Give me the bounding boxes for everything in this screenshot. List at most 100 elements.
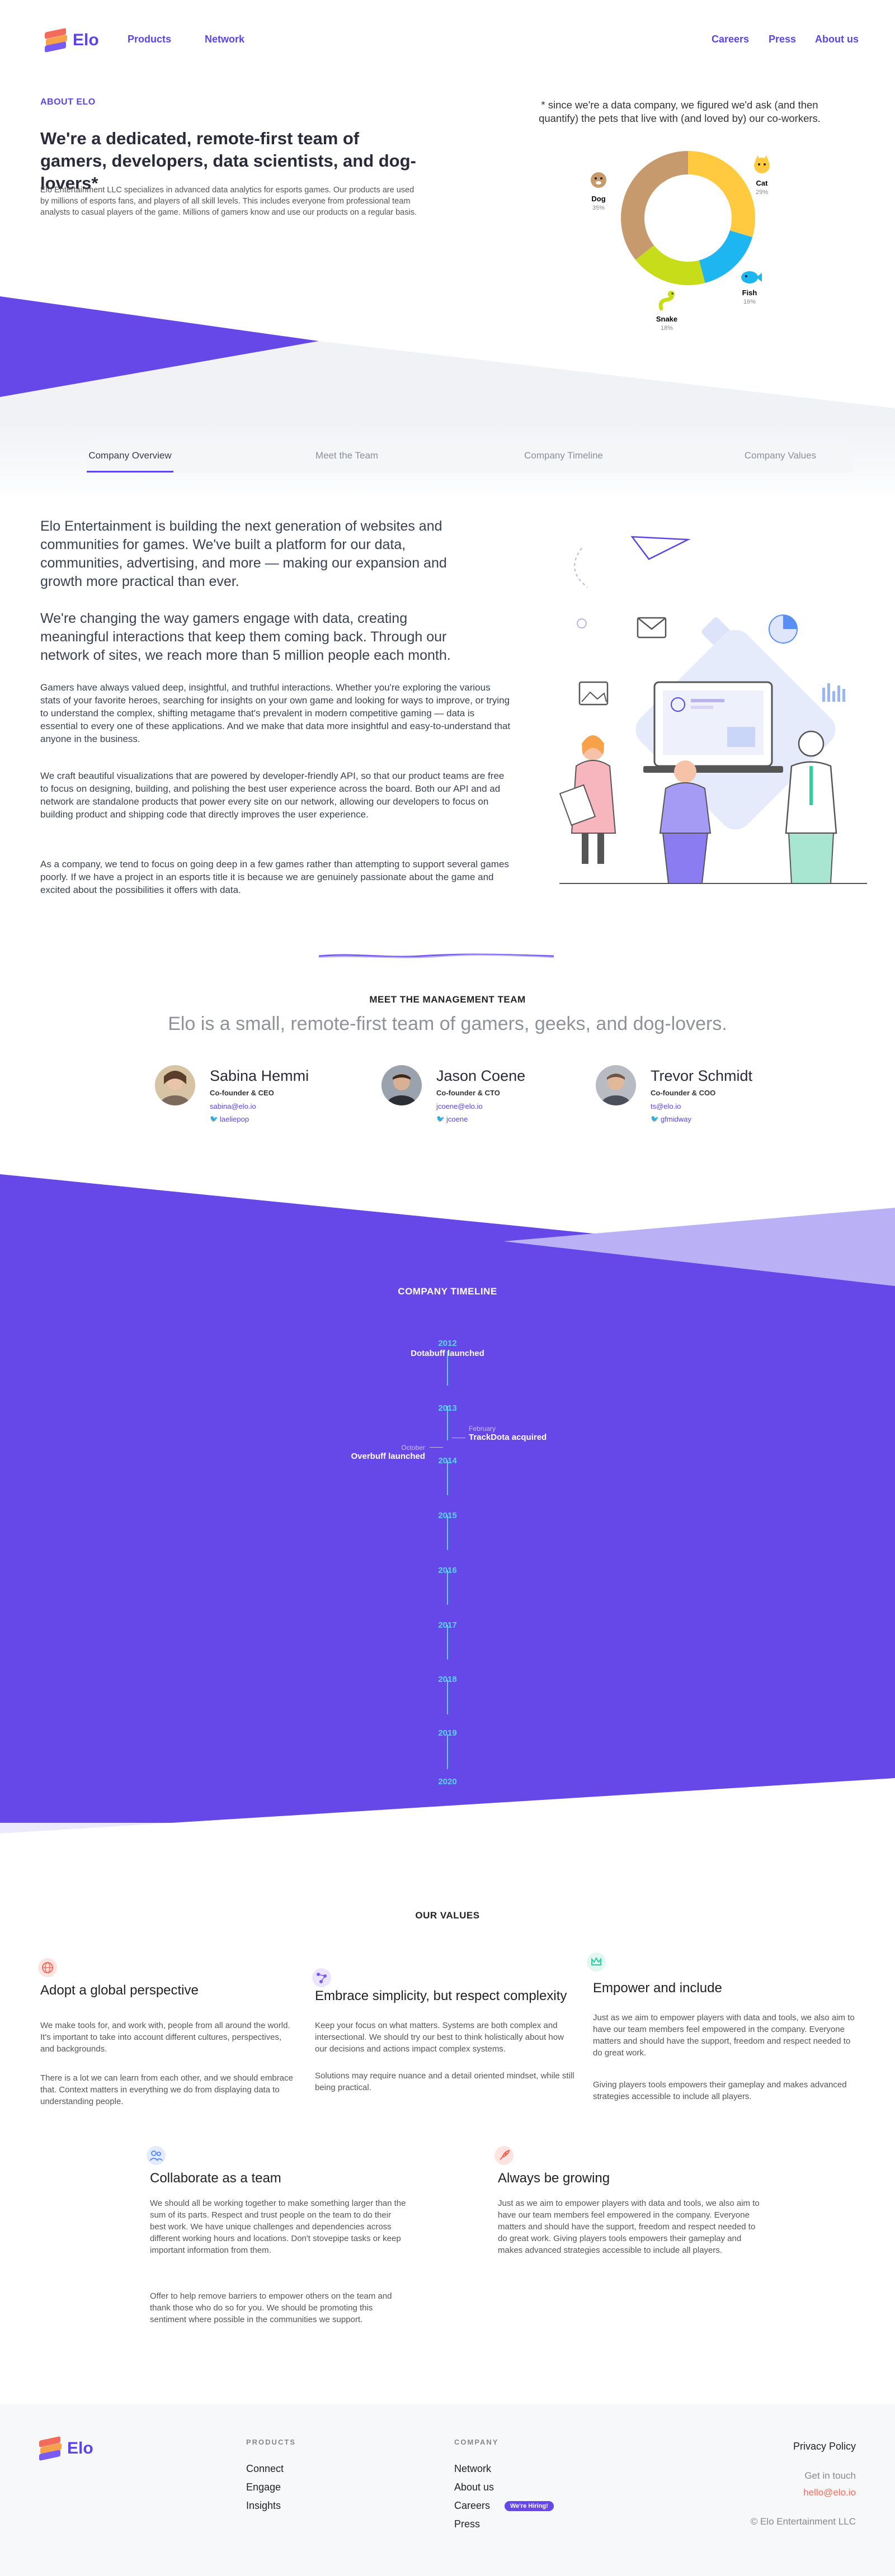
value-title-global: Adopt a global perspective [40,1983,199,1998]
timeline-event-overbuff: Overbuff launched [351,1452,425,1461]
pet-pct-dog: 35% [592,205,605,211]
twitter-icon: 🐦 [651,1115,659,1123]
avatar [596,1065,636,1105]
footer-link-press[interactable]: Press [454,2518,480,2530]
value-text-global-1: We make tools for, and work with, people… [40,2021,290,2054]
value-title-collaborate: Collaborate as a team [150,2171,281,2186]
timeline-year-2020: 2020 [438,1777,457,1786]
tab-meet-the-team[interactable]: Meet the Team [296,450,397,461]
value-text-empower-2: Giving players tools empowers their game… [593,2080,847,2101]
value-text-collaborate-1: We should all be working together to mak… [150,2199,406,2255]
member-email[interactable]: sabina@elo.io [210,1102,256,1110]
cat-icon [754,155,770,173]
pet-label-cat: Cat [756,179,769,187]
dog-icon [591,172,606,188]
donut-slice-dog [621,151,688,260]
elo-logo-icon [39,2436,62,2461]
value-title-growing: Always be growing [498,2171,610,2186]
member-name: Sabina Hemmi [210,1067,309,1084]
member-name: Trevor Schmidt [651,1067,753,1084]
header-logo[interactable]: Elo [45,27,101,54]
member-role: Co-founder & CTO [436,1089,500,1097]
team-section-title: MEET THE MANAGEMENT TEAM [369,994,526,1005]
pets-chart-caption: * since we're a data company, we figured… [539,99,821,124]
nav-network[interactable]: Network [205,34,244,45]
nav-products[interactable]: Products [128,34,171,45]
team-section-subtitle: Elo is a small, remote-first team of gam… [168,1013,727,1034]
overview-paragraph-2: We craft beautiful visualizations that a… [40,771,505,820]
footer-link-careers[interactable]: Careers [454,2500,490,2512]
member-email[interactable]: jcoene@elo.io [436,1102,483,1110]
logo-text: Elo [73,31,99,49]
footer-link-insights[interactable]: Insights [246,2500,281,2512]
overview-paragraph-3: As a company, we tend to focus on going … [40,859,509,895]
value-text-growing-1: Just as we aim to empower players with d… [498,2199,760,2255]
overview-paragraph-1: Gamers have always valued deep, insightf… [40,682,511,744]
hiring-badge[interactable]: We're Hiring! [505,2501,554,2511]
footer-get-in-touch: Get in touch [804,2470,856,2481]
timeline-title: COMPANY TIMELINE [398,1286,497,1297]
bar-chart-icon [822,683,845,702]
rocket-icon [494,2146,514,2165]
member-role: Co-founder & CEO [210,1089,274,1097]
team-member-card: Trevor Schmidt Co-founder & COO ts@elo.i… [595,1065,807,1127]
tab-company-values[interactable]: Company Values [730,450,831,461]
footer-products-heading: PRODUCTS [246,2438,296,2446]
timeline-year-2015: 2015 [438,1511,457,1520]
timeline-month-february: February [469,1425,496,1433]
team-member-card: Sabina Hemmi Co-founder & CEO sabina@elo… [154,1065,366,1127]
member-email[interactable]: ts@elo.io [651,1102,681,1110]
team-illustration [559,536,867,884]
donut-slice-cat [688,151,755,238]
timeline-year-2018: 2018 [438,1675,457,1684]
overview-lead-2: We're changing the way gamers engage wit… [40,611,451,663]
nav-about-us[interactable]: About us [815,34,859,45]
overview-lead-1: Elo Entertainment is building the next g… [40,518,447,589]
tab-company-overview[interactable]: Company Overview [87,450,173,461]
footer-link-engage[interactable]: Engage [246,2482,281,2493]
about-paragraph: Elo Entertainment LLC specializes in adv… [40,186,417,217]
member-twitter[interactable]: jcoene [446,1115,468,1123]
avatar [381,1065,422,1105]
values-title: OUR VALUES [415,1910,480,1921]
footer-company-heading: COMPANY [454,2438,499,2446]
footer-email[interactable]: hello@elo.io [727,2487,856,2498]
timeline-connector [430,1447,443,1448]
tab-company-timeline[interactable]: Company Timeline [509,450,618,461]
twitter-icon: 🐦 [436,1115,445,1123]
fish-icon [741,271,762,283]
crown-icon [587,1953,606,1972]
member-twitter[interactable]: laeliepop [220,1115,249,1123]
globe-icon [38,1958,57,1977]
value-text-collaborate-2: Offer to help remove barriers to empower… [150,2291,392,2324]
team-member-card: Jason Coene Co-founder & CTO jcoene@elo.… [380,1065,593,1127]
elo-logo-icon [45,27,67,53]
twitter-icon: 🐦 [210,1115,218,1123]
avatar [155,1065,195,1105]
nav-press[interactable]: Press [769,34,796,45]
timeline-year-2014: 2014 [438,1456,457,1466]
timeline-year-2017: 2017 [438,1620,457,1630]
footer-link-network[interactable]: Network [454,2463,491,2475]
footer-logo[interactable]: Elo [39,2435,95,2462]
footer-logo-text: Elo [67,2439,93,2457]
man-figure [798,730,825,757]
footer-link-about-us[interactable]: About us [454,2482,494,2493]
footer-privacy-policy[interactable]: Privacy Policy [727,2441,856,2452]
footer-link-connect[interactable]: Connect [246,2463,284,2475]
footer-copyright: © Elo Entertainment LLC [750,2516,856,2527]
member-twitter[interactable]: gfmidway [661,1115,691,1123]
active-tab-indicator [87,471,173,472]
timeline-event-dotabuff: Dotabuff launched [411,1349,484,1358]
member-name: Jason Coene [436,1067,526,1084]
value-text-global-2: There is a lot we can learn from each ot… [40,2073,293,2106]
timeline-year-2016: 2016 [438,1566,457,1575]
value-text-empower-1: Just as we aim to empower players with d… [593,2013,855,2058]
pet-label-fish: Fish [742,289,757,297]
about-eyebrow: ABOUT ELO [40,97,96,107]
timeline-year-2012: 2012 [438,1339,457,1348]
timeline-month-october: October [401,1444,425,1452]
nav-careers[interactable]: Careers [712,34,749,45]
center-figure [674,760,696,783]
timeline-year-2013: 2013 [438,1403,457,1413]
